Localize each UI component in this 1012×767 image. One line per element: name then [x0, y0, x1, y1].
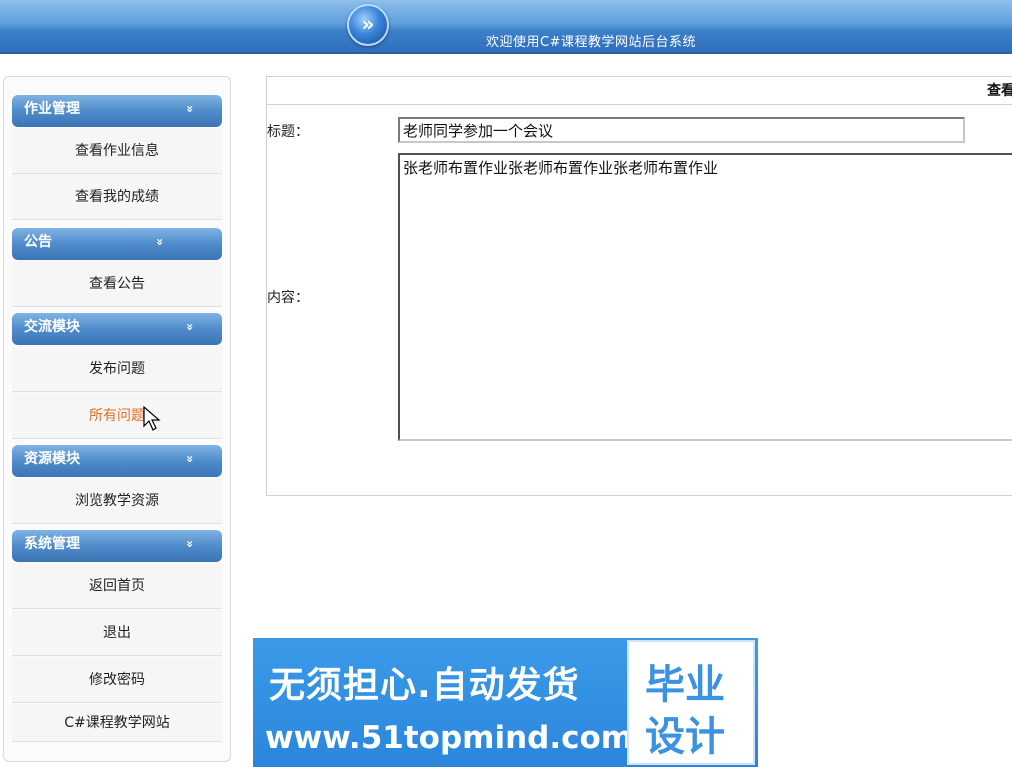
content-label: 内容：	[267, 290, 309, 306]
sidebar-group-label: 系统管理	[24, 536, 80, 552]
app-title: 欢迎使用C#课程教学网站后台系统	[486, 35, 696, 50]
chevron-down-icon: »	[183, 323, 198, 331]
top-banner: » 欢迎使用C#课程教学网站后台系统	[0, 0, 1012, 54]
sidebar-group-announcements[interactable]: 公告 »	[12, 228, 222, 260]
badge-text: 设计	[645, 714, 725, 760]
sidebar-item-change-password[interactable]: 修改密码	[12, 657, 222, 703]
mouse-pointer-icon	[143, 406, 161, 431]
sidebar: 作业管理 » 查看作业信息 查看我的成绩 公告 » 查看公告 交流模块 » 发布…	[3, 76, 231, 762]
sidebar-item-logout[interactable]: 退出	[12, 610, 222, 656]
sidebar-group-resources[interactable]: 资源模块 »	[12, 445, 222, 477]
chevron-down-icon: »	[153, 238, 168, 246]
sidebar-item-view-announcements[interactable]: 查看公告	[12, 261, 222, 307]
chevron-down-icon: »	[183, 105, 198, 113]
sidebar-item-all-questions[interactable]: 所有问题	[12, 393, 222, 439]
sidebar-group-label: 作业管理	[24, 101, 80, 117]
sidebar-group-system[interactable]: 系统管理 »	[12, 530, 222, 562]
sidebar-group-communication[interactable]: 交流模块 »	[12, 313, 222, 345]
chevron-down-icon: »	[183, 540, 198, 548]
banner-badge: 毕业 设计	[627, 640, 755, 765]
detail-panel: 查看 标题： 内容： 张老师布置作业张老师布置作业张老师布置作业	[266, 76, 1012, 496]
chevron-down-icon: »	[183, 455, 198, 463]
sidebar-item-site[interactable]: C#课程教学网站	[12, 704, 222, 742]
sidebar-item-home[interactable]: 返回首页	[12, 563, 222, 609]
sidebar-group-label: 资源模块	[24, 451, 80, 467]
double-chevron-right-icon[interactable]: »	[347, 4, 389, 46]
sidebar-item-browse-resources[interactable]: 浏览教学资源	[12, 478, 222, 524]
panel-title: 查看	[267, 77, 1012, 105]
content-textarea[interactable]: 张老师布置作业张老师布置作业张老师布置作业	[398, 153, 1012, 441]
sidebar-item-my-grades[interactable]: 查看我的成绩	[12, 174, 222, 220]
badge-text: 毕业	[645, 662, 725, 708]
banner-slogan: 无须担心.自动发货	[269, 665, 580, 706]
sidebar-group-homework[interactable]: 作业管理 »	[12, 95, 222, 127]
title-label: 标题：	[267, 124, 309, 140]
title-field[interactable]	[398, 117, 965, 143]
sidebar-item-post-question[interactable]: 发布问题	[12, 346, 222, 392]
banner-url: www.51topmind.com	[265, 720, 634, 756]
sidebar-item-view-homework[interactable]: 查看作业信息	[12, 128, 222, 174]
sidebar-group-label: 交流模块	[24, 319, 80, 335]
sidebar-group-label: 公告	[24, 234, 52, 250]
promo-banner: 无须担心.自动发货 www.51topmind.com 毕业 设计	[253, 638, 758, 767]
